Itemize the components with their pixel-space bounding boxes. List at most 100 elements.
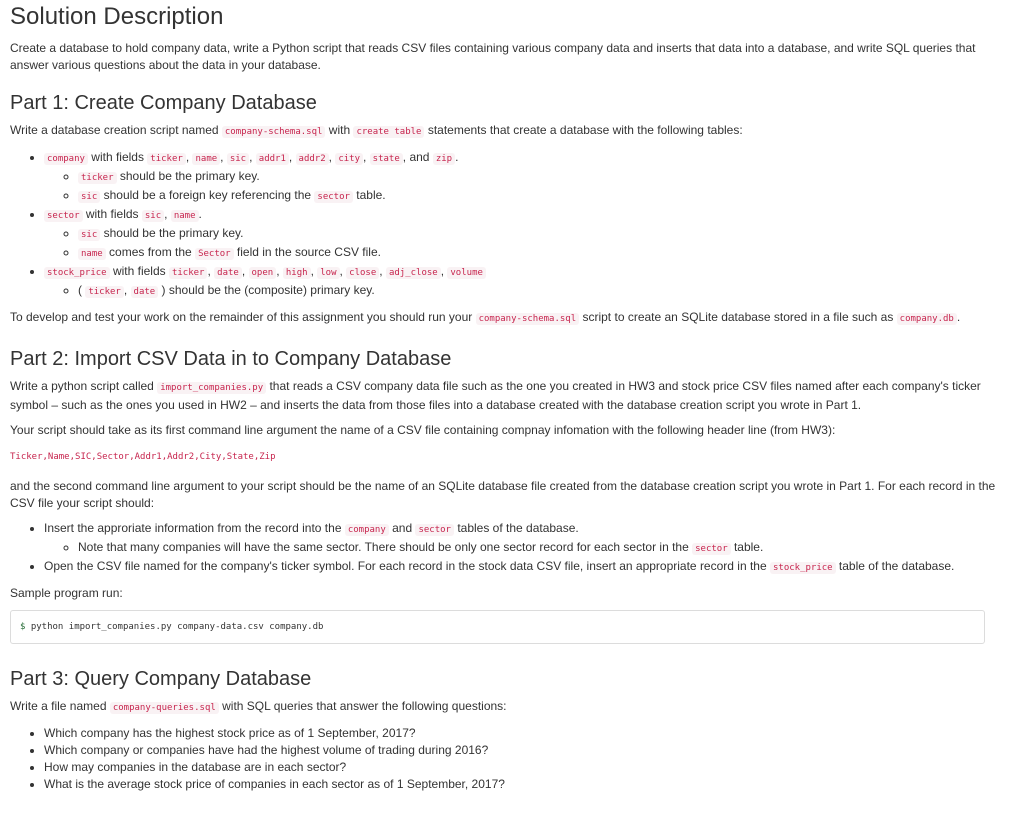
inline-code: city (335, 153, 363, 165)
list-item: ticker should be the primary key. (78, 168, 1014, 187)
list-item: name comes from the Sector field in the … (78, 244, 1014, 263)
list-item: Open the CSV file named for the company'… (44, 558, 1014, 577)
text: should be a foreign key referencing the (100, 188, 315, 202)
inline-code: addr1 (255, 153, 289, 165)
inline-code: name (78, 248, 106, 260)
inline-code: state (369, 153, 403, 165)
part3-intro: Write a file named company-queries.sql w… (10, 698, 1014, 717)
inline-code: create table (353, 126, 425, 138)
text: should be the primary key. (100, 226, 244, 240)
text: with fields (82, 207, 142, 221)
intro-paragraph: Create a database to hold company data, … (10, 41, 976, 72)
inline-code: name (192, 153, 221, 165)
inline-code: open (248, 267, 277, 279)
inline-code: sector (314, 191, 353, 203)
text: table. (352, 188, 386, 202)
inline-code: sector (692, 543, 731, 555)
inline-code: company (344, 524, 389, 536)
text: tables of the database. (453, 521, 579, 535)
inline-code: sector (415, 524, 454, 536)
part2-heading: Part 2: Import CSV Data in to Company Da… (10, 348, 452, 370)
text: and (388, 521, 416, 535)
list-item: ( ticker, date ) should be the (composit… (78, 282, 1014, 301)
inline-code: stock_price (44, 267, 110, 279)
inline-code: company.db (896, 313, 957, 325)
inline-code: company-schema.sql (475, 313, 580, 325)
list-item-stock-price-table: stock_price with fields ticker, date, op… (44, 263, 1014, 301)
inline-code: date (214, 267, 242, 279)
text: with (325, 123, 354, 137)
inline-code: sic (226, 153, 250, 165)
question-item: How may companies in the database are in… (44, 759, 1014, 776)
page-title: Solution Description (10, 3, 224, 30)
part1-heading: Part 1: Create Company Database (10, 92, 317, 114)
question-item: What is the average stock price of compa… (44, 776, 1014, 793)
text: ) should be the (composite) primary key. (158, 283, 375, 297)
inline-code: zip (432, 153, 456, 165)
text: . (956, 310, 961, 324)
question-item: Which company or companies have had the … (44, 742, 1014, 759)
text: should be the primary key. (116, 169, 260, 183)
part3-heading: Part 3: Query Company Database (10, 668, 312, 690)
inline-code: low (317, 267, 340, 279)
inline-code: Ticker,Name,SIC,Sector,Addr1,Addr2,City,… (10, 452, 276, 462)
text: comes from the (105, 245, 196, 259)
inline-code: sic (78, 229, 101, 241)
list-item: sic should be a foreign key referencing … (78, 187, 1014, 206)
table-list: company with fields ticker, name, sic, a… (10, 149, 1014, 301)
text: table. (730, 540, 764, 554)
steps-list: Insert the approriate information from t… (10, 520, 1014, 577)
text: field in the source CSV file. (233, 245, 381, 259)
inline-code: stock_price (769, 562, 836, 574)
text: Write a file named (10, 699, 110, 713)
list-item-sector-table: sector with fields sic, name. sic should… (44, 206, 1014, 263)
part2-intro: Write a python script called import_comp… (10, 378, 1014, 414)
text: with SQL queries that answer the followi… (218, 699, 507, 713)
inline-code: sector (44, 210, 83, 222)
inline-code: company-queries.sql (109, 702, 219, 714)
document: Solution Description Create a database t… (0, 2, 1024, 793)
list-item: sic should be the primary key. (78, 225, 1014, 244)
text: Write a database creation script named (10, 123, 222, 137)
list-item: Insert the approriate information from t… (44, 520, 1014, 558)
question-item: Which company has the highest stock pric… (44, 725, 1014, 742)
inline-code: addr2 (295, 153, 329, 165)
inline-code: company (44, 153, 88, 165)
part2-second-arg: and the second command line argument to … (10, 479, 996, 510)
questions-list: Which company has the highest stock pric… (10, 725, 1014, 793)
csv-header-line: Ticker,Name,SIC,Sector,Addr1,Addr2,City,… (10, 447, 1014, 466)
inline-code: adj_close (385, 267, 441, 279)
inline-code: company-schema.sql (221, 126, 326, 138)
text: , (123, 283, 131, 297)
text: Insert the approriate information from t… (44, 521, 345, 535)
text: table of the database. (835, 559, 955, 573)
inline-code: high (282, 267, 311, 279)
text: script to create an SQLite database stor… (579, 310, 897, 324)
text: with fields (109, 264, 169, 278)
inline-code: ticker (147, 153, 186, 165)
list-item: Note that many companies will have the s… (78, 539, 1014, 558)
inline-code: volume (447, 267, 486, 279)
text: statements that create a database with t… (424, 123, 743, 137)
text: and (409, 150, 430, 164)
inline-code: Sector (195, 248, 234, 260)
text: with fields (87, 150, 148, 164)
inline-code: import_companies.py (157, 382, 267, 394)
inline-code: close (346, 267, 380, 279)
text: Write a python script called (10, 379, 158, 393)
command-text: python import_companies.py company-data.… (25, 622, 324, 632)
inline-code: sic (141, 210, 165, 222)
inline-code: name (170, 210, 199, 222)
inline-code: ticker (78, 172, 117, 184)
inline-code: ticker (168, 267, 208, 279)
list-item-company-table: company with fields ticker, name, sic, a… (44, 149, 1014, 206)
sample-code-block: $ python import_companies.py company-dat… (10, 610, 985, 644)
part1-intro: Write a database creation script named c… (10, 122, 1014, 141)
text: Open the CSV file named for the company'… (44, 559, 770, 573)
inline-code: date (130, 286, 159, 298)
part2-args: Your script should take as its first com… (10, 423, 836, 437)
text: Note that many companies will have the s… (78, 540, 693, 554)
part1-closing: To develop and test your work on the rem… (10, 309, 1014, 328)
inline-code: sic (78, 191, 101, 203)
inline-code: ticker (85, 286, 124, 298)
